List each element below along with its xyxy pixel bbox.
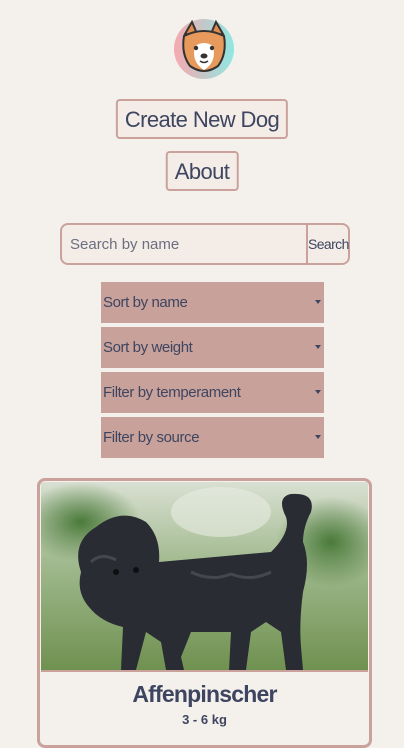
filter-by-source-select[interactable]: Filter by source [101, 417, 324, 458]
search-input[interactable] [60, 223, 308, 265]
sort-by-name-select[interactable]: Sort by name [101, 282, 324, 323]
search-button[interactable]: Search [306, 223, 350, 265]
sort-by-weight-select[interactable]: Sort by weight [101, 327, 324, 368]
dog-card[interactable]: Affenpinscher 3 - 6 kg [37, 478, 372, 748]
app-logo[interactable] [173, 18, 235, 80]
dog-name: Affenpinscher [132, 681, 277, 707]
sort-by-name-label: Sort by name [103, 294, 188, 311]
dog-photo [41, 482, 368, 672]
chevron-down-icon [315, 390, 321, 394]
dog-weight: 3 - 6 kg [182, 712, 227, 727]
filter-by-source-label: Filter by source [103, 429, 200, 446]
sort-by-weight-label: Sort by weight [103, 339, 193, 356]
filter-by-temperament-label: Filter by temperament [103, 384, 241, 401]
create-new-dog-button[interactable]: Create New Dog [115, 99, 289, 139]
chevron-down-icon [315, 300, 321, 304]
filter-by-temperament-select[interactable]: Filter by temperament [101, 372, 324, 413]
search-bar: Search [60, 223, 350, 265]
chevron-down-icon [315, 435, 321, 439]
chevron-down-icon [315, 345, 321, 349]
about-button[interactable]: About [165, 151, 239, 191]
dog-face-icon [174, 19, 234, 79]
